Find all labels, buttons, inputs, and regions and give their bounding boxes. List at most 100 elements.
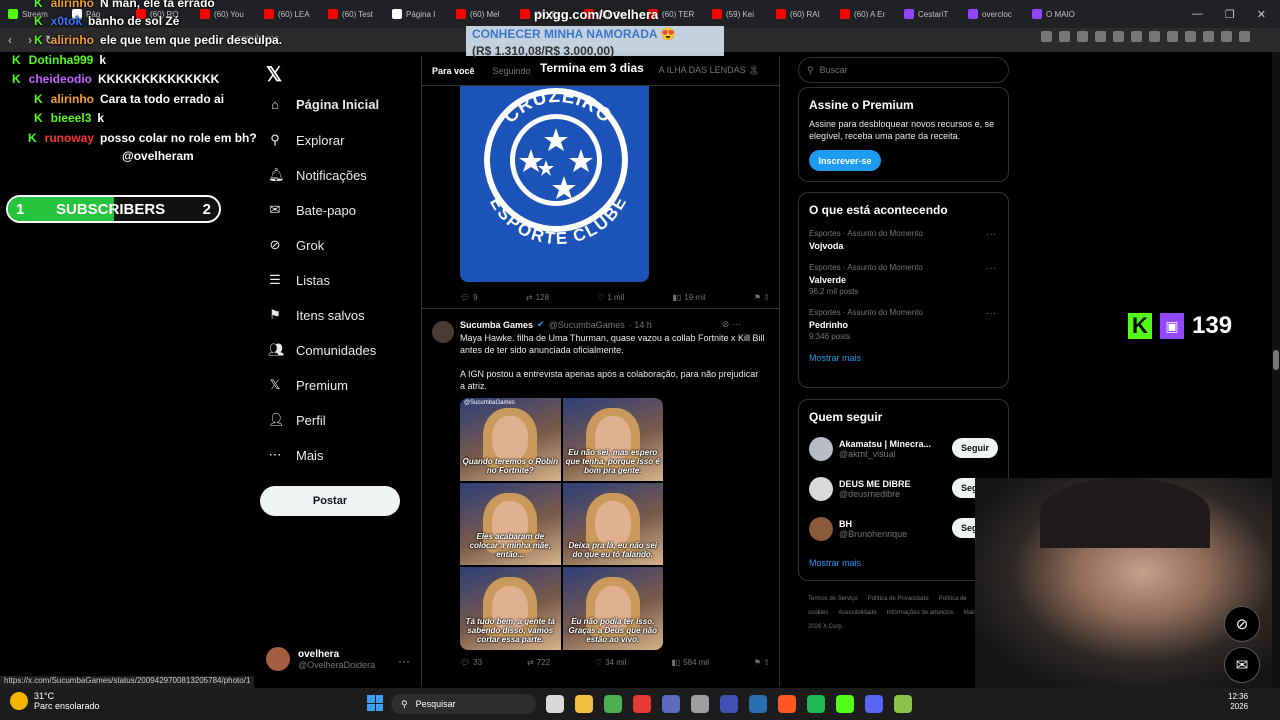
- extension-icon[interactable]: [1221, 31, 1232, 42]
- browser-tab[interactable]: (60) A Er: [832, 3, 896, 25]
- repost-button[interactable]: ⇄ 128: [526, 293, 549, 302]
- nav-item-itens-salvos[interactable]: ⚑ Itens salvos: [268, 307, 364, 323]
- extension-icon[interactable]: [1149, 31, 1160, 42]
- grok-icon[interactable]: ⊘: [1224, 606, 1260, 642]
- taskbar-app-icon[interactable]: [894, 695, 912, 713]
- close-button[interactable]: ✕: [1257, 8, 1266, 21]
- extension-icon[interactable]: [1095, 31, 1106, 42]
- search-input[interactable]: ⚲ Buscar: [798, 57, 1009, 83]
- maximize-button[interactable]: ❐: [1225, 8, 1235, 21]
- trend-item[interactable]: Esportes · Assunto do Momento Pedrinho 9.3…: [809, 308, 998, 341]
- windows-start-icon[interactable]: [367, 695, 383, 711]
- nav-item-comunidades[interactable]: 👥︎ Comunidades: [268, 342, 376, 358]
- mail-icon[interactable]: ✉: [1224, 647, 1260, 683]
- post-author-handle[interactable]: @SucumbaGames: [549, 320, 625, 330]
- reply-button[interactable]: 💬︎ 33: [460, 658, 482, 667]
- extension-icon[interactable]: [1041, 31, 1052, 42]
- browser-tab[interactable]: (60) Test: [320, 3, 384, 25]
- more-icon[interactable]: ···: [986, 263, 996, 274]
- follow-suggestion[interactable]: DEUS ME DIBRE@deusmedibreSeguir: [809, 474, 998, 504]
- back-icon[interactable]: ‹: [0, 33, 20, 47]
- like-button[interactable]: ♡ 34 mil: [595, 658, 627, 667]
- taskbar-app-icon[interactable]: [691, 695, 709, 713]
- taskbar-app-icon[interactable]: [633, 695, 651, 713]
- browser-tab[interactable]: (60) Mel: [448, 3, 512, 25]
- more-icon[interactable]: ···: [986, 308, 996, 319]
- bookmark-button[interactable]: ⚑ ⇪: [754, 293, 770, 302]
- footer-link[interactable]: Acessibilidade: [838, 610, 876, 616]
- reply-button[interactable]: 💬︎ 9: [460, 293, 478, 302]
- follow-suggestion[interactable]: Akamatsu | Minecra... @akmt_visual Seguir: [809, 434, 998, 464]
- more-icon[interactable]: ···: [986, 229, 996, 240]
- taskbar-app-icon[interactable]: [662, 695, 680, 713]
- scrollbar-thumb[interactable]: [1273, 350, 1279, 370]
- taskbar-app-icon[interactable]: [546, 695, 564, 713]
- more-icon[interactable]: ···: [398, 654, 410, 668]
- footer-link[interactable]: Política de Privacidade: [868, 596, 929, 602]
- follow-suggestion[interactable]: BH@BrunohenriqueSeguir: [809, 514, 998, 544]
- extension-icon[interactable]: [1185, 31, 1196, 42]
- taskbar-app-icon[interactable]: [720, 695, 738, 713]
- tab-for-you[interactable]: Para você: [432, 66, 475, 76]
- extension-icon[interactable]: [1113, 31, 1124, 42]
- nav-item-página-inicial[interactable]: ⌂ Página Inicial: [268, 97, 379, 112]
- browser-tab[interactable]: (60) RAI: [768, 3, 832, 25]
- avatar[interactable]: [432, 321, 454, 343]
- extension-icon[interactable]: [1239, 31, 1250, 42]
- browser-tab[interactable]: (60) LEA: [256, 3, 320, 25]
- browser-tab[interactable]: overcloc: [960, 3, 1024, 25]
- grok-icon[interactable]: ⊘ ···: [722, 319, 741, 330]
- browser-tab[interactable]: Página I: [384, 3, 448, 25]
- taskbar-app-icon[interactable]: [604, 695, 622, 713]
- show-more-link[interactable]: Mostrar mais: [809, 558, 998, 568]
- extension-icon[interactable]: [1131, 31, 1142, 42]
- extension-icon[interactable]: [1203, 31, 1214, 42]
- post-image[interactable]: CRUZEIRO ESPORTE CLUBE: [460, 86, 649, 282]
- post-button[interactable]: Postar: [260, 486, 400, 516]
- nav-item-mais[interactable]: ⋯ Mais: [268, 447, 324, 463]
- trend-item[interactable]: Esportes · Assunto do Momento Valverde 96,…: [809, 263, 998, 296]
- x-logo-icon[interactable]: 𝕏: [266, 62, 282, 87]
- taskbar-app-icon[interactable]: [865, 695, 883, 713]
- nav-item-explorar[interactable]: ⚲ Explorar: [268, 132, 344, 148]
- browser-tab[interactable]: O MAIO: [1024, 3, 1088, 25]
- taskbar-search[interactable]: ⚲ Pesquisar: [391, 694, 536, 714]
- tab-list[interactable]: A ILHA DAS LENDAS 🏝: [659, 65, 760, 76]
- footer-link[interactable]: Informações de anúncios: [887, 610, 954, 616]
- taskbar-app-icon[interactable]: [778, 695, 796, 713]
- tab-following[interactable]: Seguindo: [493, 66, 531, 76]
- browser-tab[interactable]: CestariT: [896, 3, 960, 25]
- taskbar-app-icon[interactable]: [749, 695, 767, 713]
- extension-icon[interactable]: [1167, 31, 1178, 42]
- subscribe-button[interactable]: Inscrever-se: [809, 150, 881, 171]
- taskbar-app-icon[interactable]: [807, 695, 825, 713]
- minimize-button[interactable]: —: [1192, 8, 1203, 20]
- extension-icon[interactable]: [1059, 31, 1070, 42]
- post-media[interactable]: Quando teremos o Robin no Fortnite? @Sucu…: [460, 398, 663, 650]
- views-button[interactable]: ▮▯ 584 mil: [671, 658, 709, 667]
- account-switcher[interactable]: ovelhera @OvelheraDoidera: [266, 647, 375, 671]
- bookmark-button[interactable]: ⚑ ⇪: [754, 658, 770, 667]
- nav-item-premium[interactable]: 𝕏 Premium: [268, 377, 348, 393]
- follow-button[interactable]: Seguir: [952, 438, 998, 458]
- trend-item[interactable]: Esportes · Assunto do Momento Vojvoda ···: [809, 229, 998, 251]
- nav-item-bate-papo[interactable]: ✉ Bate-papo: [268, 202, 356, 218]
- repost-button[interactable]: ⇄ 722: [527, 658, 550, 667]
- taskbar-app-icon[interactable]: [836, 695, 854, 713]
- taskbar-app-icon[interactable]: [575, 695, 593, 713]
- views-button[interactable]: ▮▯ 19 mil: [672, 293, 705, 302]
- weather-widget[interactable]: 31°C Parc ensolarado: [10, 691, 100, 711]
- nav-item-perfil[interactable]: 👤︎ Perfil: [268, 412, 326, 428]
- system-clock[interactable]: 12:36 2026: [1228, 692, 1248, 712]
- post-time[interactable]: · 14 h: [629, 320, 652, 330]
- footer-link[interactable]: Termos de Serviço: [808, 596, 858, 602]
- post-author-name[interactable]: Sucumba Games: [460, 320, 533, 330]
- browser-tab[interactable]: (59) Kei: [704, 3, 768, 25]
- nav-item-notificações[interactable]: 🔔︎ Notificações: [268, 167, 367, 183]
- nav-item-grok[interactable]: ⊘ Grok: [268, 237, 325, 253]
- nav-item-listas[interactable]: ☰ Listas: [268, 272, 330, 288]
- extension-icon[interactable]: [1077, 31, 1088, 42]
- scrollbar[interactable]: [1272, 52, 1280, 688]
- show-more-link[interactable]: Mostrar mais: [809, 353, 998, 363]
- like-button[interactable]: ♡ 1 mil: [597, 293, 624, 302]
